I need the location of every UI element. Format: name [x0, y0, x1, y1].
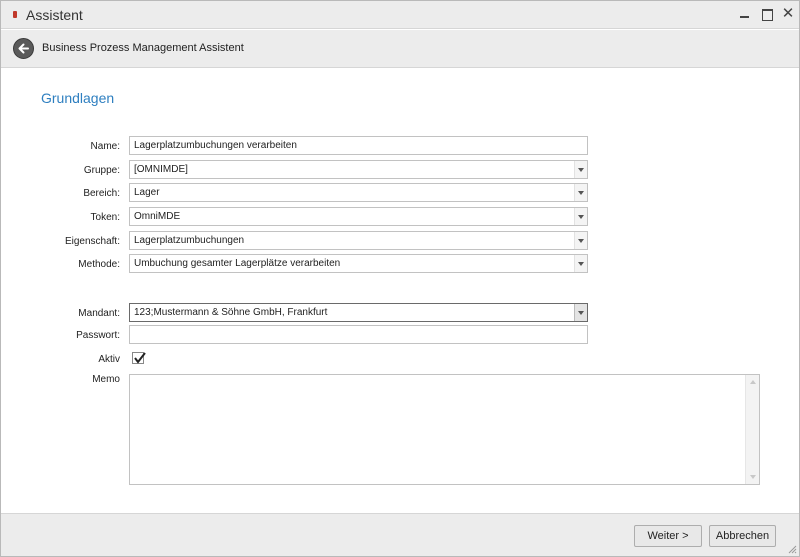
wizard-footer: Weiter > Abbrechen: [1, 513, 799, 556]
memo-scrollbar[interactable]: [745, 375, 759, 484]
passwort-label: Passwort:: [76, 330, 120, 341]
resize-grip-icon[interactable]: [787, 544, 797, 554]
token-select[interactable]: OmniMDE: [129, 207, 588, 226]
chevron-down-icon[interactable]: [574, 304, 587, 321]
wizard-content: Grundlagen Name: Lagerplatzumbuchungen v…: [1, 69, 799, 513]
memo-label: Memo: [92, 374, 120, 385]
chevron-down-icon[interactable]: [574, 184, 587, 201]
methode-select[interactable]: Umbuchung gesamter Lagerplätze verarbeit…: [129, 254, 588, 273]
app-icon: [13, 11, 17, 18]
header-title: Business Prozess Management Assistent: [42, 42, 244, 54]
checkmark-icon: [134, 352, 146, 364]
next-button[interactable]: Weiter >: [634, 525, 702, 547]
memo-textarea[interactable]: [129, 374, 760, 485]
close-icon[interactable]: ✕: [779, 5, 797, 23]
back-arrow-icon: [18, 43, 29, 54]
scroll-up-icon[interactable]: [750, 380, 756, 384]
maximize-icon[interactable]: [758, 5, 776, 23]
title-bar[interactable]: Assistent ✕: [1, 1, 799, 29]
gruppe-label: Gruppe:: [83, 165, 120, 176]
bereich-label: Bereich:: [83, 188, 120, 199]
name-input[interactable]: Lagerplatzumbuchungen verarbeiten: [129, 136, 588, 155]
mandant-select[interactable]: 123;Mustermann & Söhne GmbH, Frankfurt: [129, 303, 588, 322]
eigenschaft-select[interactable]: Lagerplatzumbuchungen: [129, 231, 588, 250]
gruppe-value: [OMNIMDE]: [134, 164, 188, 175]
mandant-label: Mandant:: [78, 308, 120, 319]
aktiv-label: Aktiv: [98, 354, 120, 365]
gruppe-select[interactable]: [OMNIMDE]: [129, 160, 588, 179]
minimize-icon[interactable]: [736, 5, 754, 23]
wizard-header: Business Prozess Management Assistent: [1, 30, 799, 68]
window-title: Assistent: [26, 7, 83, 23]
bereich-value: Lager: [134, 187, 160, 198]
methode-label: Methode:: [78, 259, 120, 270]
methode-value: Umbuchung gesamter Lagerplätze verarbeit…: [134, 258, 341, 269]
eigenschaft-value: Lagerplatzumbuchungen: [134, 235, 245, 246]
name-value: Lagerplatzumbuchungen verarbeiten: [134, 140, 297, 151]
cancel-button[interactable]: Abbrechen: [709, 525, 776, 547]
chevron-down-icon[interactable]: [574, 161, 587, 178]
chevron-down-icon[interactable]: [574, 255, 587, 272]
token-value: OmniMDE: [134, 211, 181, 222]
passwort-input[interactable]: [129, 325, 588, 344]
name-label: Name:: [90, 141, 120, 152]
bereich-select[interactable]: Lager: [129, 183, 588, 202]
token-label: Token:: [90, 212, 120, 223]
assistant-window: Assistent ✕ Business Prozess Management …: [0, 0, 800, 557]
chevron-down-icon[interactable]: [574, 232, 587, 249]
section-title: Grundlagen: [41, 90, 115, 106]
mandant-value: 123;Mustermann & Söhne GmbH, Frankfurt: [134, 307, 328, 318]
scroll-down-icon[interactable]: [750, 475, 756, 479]
aktiv-checkbox[interactable]: [132, 352, 146, 364]
eigenschaft-label: Eigenschaft:: [64, 236, 120, 247]
chevron-down-icon[interactable]: [574, 208, 587, 225]
back-button[interactable]: [13, 38, 34, 59]
